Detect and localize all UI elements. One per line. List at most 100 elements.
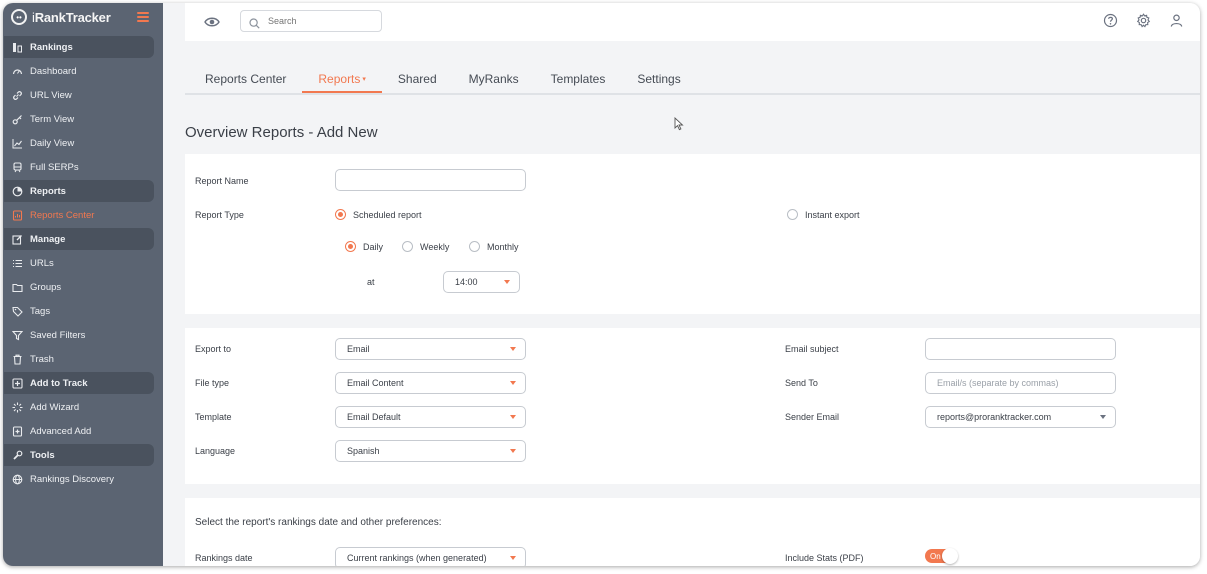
sidebar-item-trash[interactable]: Trash [4,348,154,370]
template-select[interactable]: Email Default [335,406,526,428]
monthly-radio[interactable] [469,241,480,252]
template-value: Email Default [347,412,401,422]
logo-icon: •• [11,9,27,25]
sidebar-item-reports[interactable]: Reports [4,180,154,203]
sidebar-item-reports-center[interactable]: Reports Center [4,204,154,226]
sidebar-item-add-wizard[interactable]: Add Wizard [4,396,154,418]
email-subject-input[interactable] [925,338,1116,360]
sidebar-item-tags[interactable]: Tags [4,300,154,322]
instant-export-label: Instant export [805,209,860,220]
sidebar-item-advanced-add[interactable]: Advanced Add [4,420,154,442]
language-select[interactable]: Spanish [335,440,526,462]
file-type-select[interactable]: Email Content [335,372,526,394]
preferences-intro: Select the report's rankings date and ot… [195,517,442,528]
eye-icon[interactable] [204,15,220,29]
sidebar-item-label: Advanced Add [30,425,92,437]
sidebar-item-url-view[interactable]: URL View [4,84,154,106]
sidebar-item-label: Reports Center [30,209,95,221]
tab-label: Templates [550,72,606,86]
page-title: Overview Reports - Add New [185,124,378,141]
weekly-option[interactable]: Weekly [402,241,449,252]
sidebar-item-manage[interactable]: Manage [4,228,154,251]
sidebar-item-term-view[interactable]: Term View [4,108,154,130]
filter-icon [12,330,23,341]
sidebar: •• iRankTracker Rankings Dashboard URL Vie… [3,3,163,566]
tab-reports-center[interactable]: Reports Center [189,58,302,93]
sidebar-item-rankings-discovery[interactable]: Rankings Discovery [4,468,154,490]
daily-radio[interactable] [345,241,356,252]
app-window: •• iRankTracker Rankings Dashboard URL Vie… [3,3,1200,566]
sidebar-nav: Rankings Dashboard URL View Term View Daily … [3,36,163,490]
instant-export-radio[interactable] [787,209,798,220]
plus-square-icon [12,378,23,389]
scheduled-report-option[interactable]: Scheduled report [335,209,422,220]
daily-option[interactable]: Daily [345,241,383,252]
sidebar-item-label: Full SERPs [30,161,79,173]
weekly-label: Weekly [420,241,450,252]
search-box[interactable] [240,10,382,32]
sidebar-item-label: Manage [30,233,66,245]
include-stats-toggle[interactable]: On [925,548,958,564]
rankings-date-label: Rankings date [195,553,253,563]
sidebar-item-label: URLs [30,257,54,269]
sender-email-select[interactable]: reports@proranktracker.com [925,406,1116,428]
rankings-date-select[interactable]: Current rankings (when generated) [335,547,526,566]
logo-text[interactable]: iRankTracker [32,10,111,25]
sidebar-item-dashboard[interactable]: Dashboard [4,60,154,82]
export-settings-card: Export to Email File type Email Content … [185,328,1200,484]
sidebar-item-label: Dashboard [30,65,77,77]
export-to-select[interactable]: Email [335,338,526,360]
gear-icon[interactable] [1136,13,1151,28]
user-icon[interactable] [1169,13,1184,28]
sidebar-item-add-to-track[interactable]: Add to Track [4,372,154,395]
report-settings-card: Report Name Report Type Scheduled report… [185,154,1200,314]
search-input[interactable] [268,16,378,26]
sidebar-item-daily-view[interactable]: Daily View [4,132,154,154]
weekly-radio[interactable] [402,241,413,252]
tab-label: Reports [318,72,361,86]
tag-icon [12,306,23,317]
help-icon[interactable] [1103,13,1118,28]
train-icon [12,162,23,173]
logo-row: •• iRankTracker [3,3,163,31]
sidebar-item-label: Trash [30,353,54,365]
sidebar-item-label: Tags [30,305,51,317]
time-value: 14:00 [455,277,478,287]
sidebar-item-tools[interactable]: Tools [4,444,154,467]
tab-shared[interactable]: Shared [382,58,453,93]
hamburger-menu-icon[interactable] [137,12,149,22]
dropdown-caret-icon [510,347,516,351]
template-label: Template [195,412,232,422]
dropdown-caret-icon [510,556,516,560]
include-stats-label: Include Stats (PDF) [785,553,864,563]
scheduled-report-radio[interactable] [335,209,346,220]
dropdown-caret-icon [510,449,516,453]
line-chart-icon [12,138,23,149]
file-type-label: File type [195,378,230,388]
sidebar-item-full-serps[interactable]: Full SERPs [4,156,154,178]
tab-reports[interactable]: Reports ▾ [302,58,382,93]
sidebar-item-label: Daily View [30,137,75,149]
trash-icon [12,354,23,365]
monthly-label: Monthly [487,241,519,252]
tab-myranks[interactable]: MyRanks [453,58,535,93]
toggle-state-label: On [930,551,941,561]
send-to-input[interactable]: Email/s (separate by commas) [925,372,1116,394]
tab-label: Reports Center [205,72,287,86]
tab-templates[interactable]: Templates [535,58,622,93]
sidebar-item-groups[interactable]: Groups [4,276,154,298]
tab-label: MyRanks [468,72,519,86]
wand-icon [12,402,23,413]
sidebar-item-label: Rankings Discovery [30,473,114,485]
sidebar-item-rankings[interactable]: Rankings [4,36,154,59]
search-icon [249,16,260,29]
tab-settings[interactable]: Settings [621,58,696,93]
monthly-option[interactable]: Monthly [469,241,519,252]
instant-export-option[interactable]: Instant export [787,209,860,220]
report-name-input[interactable] [335,169,526,191]
sidebar-item-saved-filters[interactable]: Saved Filters [4,324,154,346]
link-icon [12,90,23,101]
time-select[interactable]: 14:00 [443,271,520,293]
key-icon [12,114,23,125]
sidebar-item-urls[interactable]: URLs [4,252,154,274]
